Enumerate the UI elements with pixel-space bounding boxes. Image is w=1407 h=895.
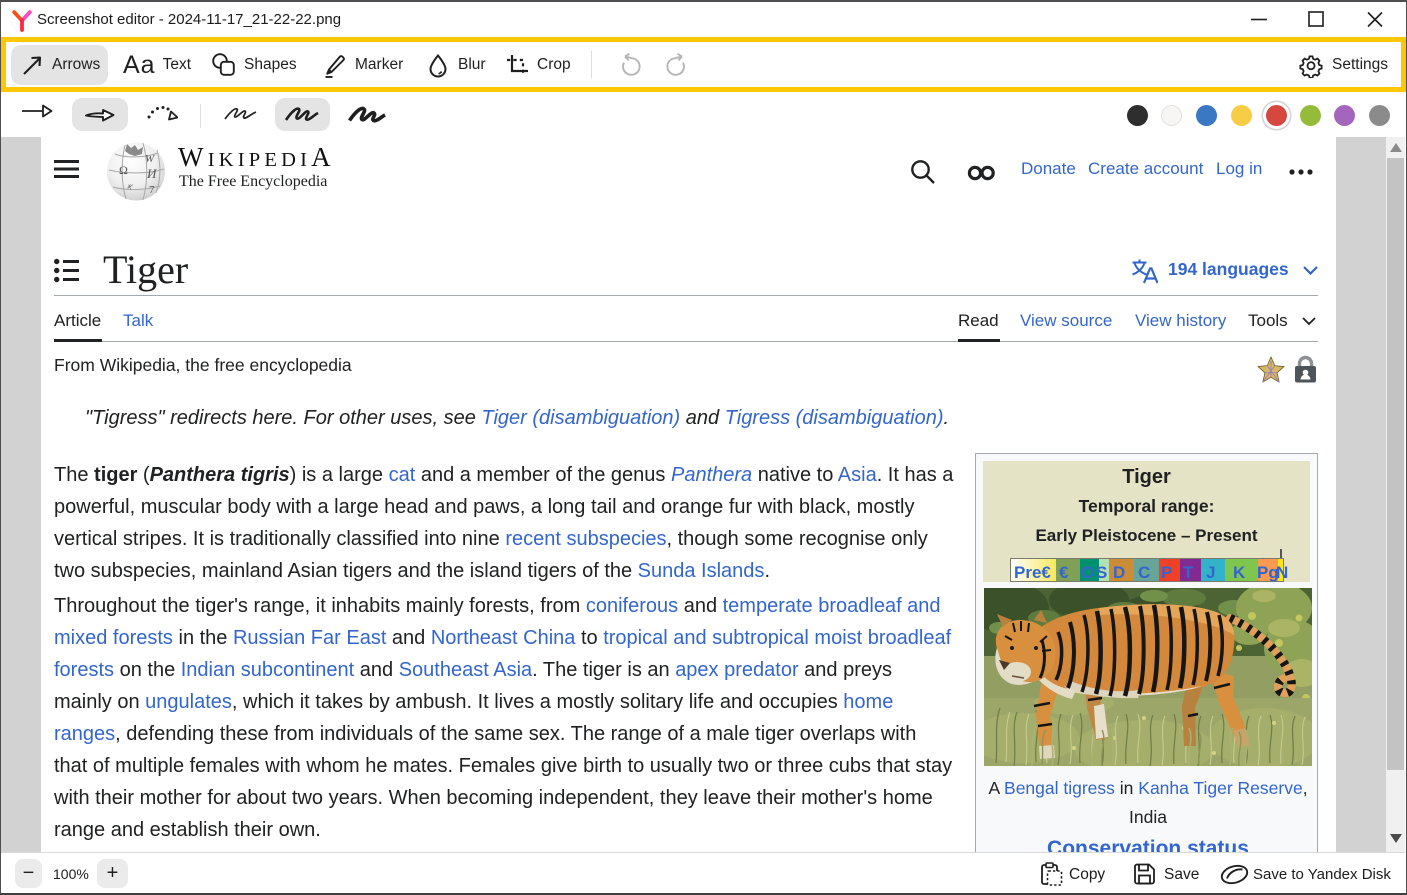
svg-text:𐤀: 𐤀 [127,182,134,192]
svg-text:И: И [146,166,157,181]
svg-text:Ω: Ω [119,163,128,177]
svg-text:W: W [145,153,155,165]
svg-text:7: 7 [149,184,155,196]
